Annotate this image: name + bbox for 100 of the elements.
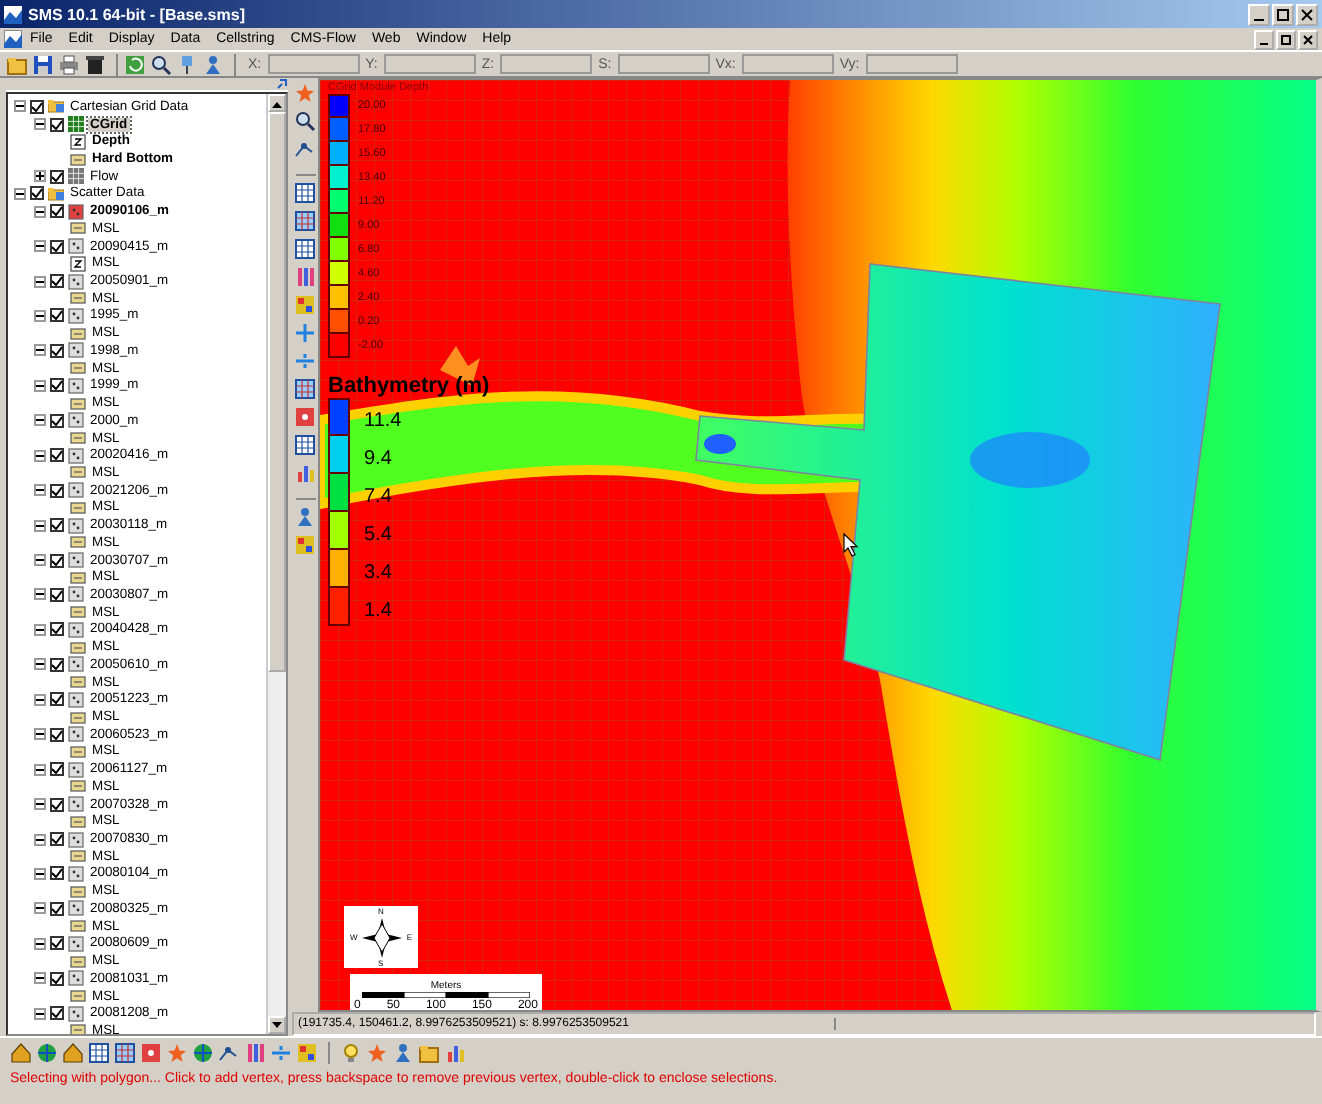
close-button[interactable]: [1296, 3, 1318, 25]
person-icon[interactable]: [392, 1042, 414, 1064]
target-icon[interactable]: [294, 406, 316, 428]
coordinate-field[interactable]: [865, 54, 958, 74]
collapse-toggle[interactable]: [34, 414, 46, 427]
colored-grid-icon[interactable]: [114, 1042, 136, 1064]
target-icon[interactable]: [140, 1042, 162, 1064]
collapse-toggle[interactable]: [34, 379, 46, 392]
magnifier-icon[interactable]: [150, 53, 172, 75]
minimize-button[interactable]: [1254, 29, 1274, 49]
node-line-icon[interactable]: [218, 1042, 240, 1064]
checkbox[interactable]: [50, 343, 64, 358]
cross-icon[interactable]: [294, 322, 316, 344]
checkbox[interactable]: [50, 657, 64, 672]
checkbox[interactable]: [50, 762, 64, 777]
collapse-toggle[interactable]: [34, 1007, 46, 1020]
checkbox[interactable]: [50, 448, 64, 463]
house-icon[interactable]: [10, 1042, 32, 1064]
collapse-toggle[interactable]: [34, 833, 46, 846]
colored-grid-icon[interactable]: [294, 210, 316, 232]
globe-icon[interactable]: [192, 1042, 214, 1064]
checkbox[interactable]: [50, 901, 64, 916]
collapse-toggle[interactable]: [34, 309, 46, 322]
collapse-toggle[interactable]: [34, 588, 46, 601]
person-icon[interactable]: [294, 506, 316, 528]
checkbox[interactable]: [30, 99, 44, 114]
checkbox[interactable]: [50, 117, 64, 132]
collapse-toggle[interactable]: [34, 728, 46, 741]
person-icon[interactable]: [202, 53, 224, 75]
collapse-toggle[interactable]: [34, 693, 46, 706]
collapse-toggle[interactable]: [34, 658, 46, 671]
collapse-toggle[interactable]: [34, 937, 46, 950]
checkbox[interactable]: [50, 797, 64, 812]
collapse-toggle[interactable]: [34, 344, 46, 357]
collapse-toggle[interactable]: [14, 100, 26, 113]
star-icon[interactable]: [166, 1042, 188, 1064]
checkbox[interactable]: [50, 692, 64, 707]
checkbox[interactable]: [50, 239, 64, 254]
collapse-toggle[interactable]: [34, 519, 46, 532]
checkbox[interactable]: [50, 622, 64, 637]
palette-icon[interactable]: [294, 534, 316, 556]
collapse-toggle[interactable]: [34, 902, 46, 915]
checkbox[interactable]: [50, 274, 64, 289]
grid-icon[interactable]: [88, 1042, 110, 1064]
checkbox[interactable]: [50, 587, 64, 602]
collapse-toggle[interactable]: [34, 205, 46, 218]
checkbox[interactable]: [50, 169, 64, 184]
star-icon[interactable]: [366, 1042, 388, 1064]
collapse-toggle[interactable]: [34, 763, 46, 776]
palette-icon[interactable]: [294, 294, 316, 316]
grid-icon[interactable]: [294, 182, 316, 204]
checkbox[interactable]: [50, 308, 64, 323]
save-icon[interactable]: [32, 53, 54, 75]
bar-chart-icon[interactable]: [294, 462, 316, 484]
collapse-toggle[interactable]: [34, 275, 46, 288]
checkbox[interactable]: [30, 186, 44, 201]
collapse-toggle[interactable]: [34, 554, 46, 567]
coordinate-field[interactable]: [741, 54, 834, 74]
collapse-toggle[interactable]: [34, 972, 46, 985]
split-line-icon[interactable]: [294, 350, 316, 372]
collapse-toggle[interactable]: [14, 187, 26, 200]
palette-icon[interactable]: [296, 1042, 318, 1064]
minimize-button[interactable]: [1248, 3, 1270, 25]
magnifier-icon[interactable]: [294, 110, 316, 132]
checkbox[interactable]: [50, 204, 64, 219]
collapse-toggle[interactable]: [34, 867, 46, 880]
globe-icon[interactable]: [36, 1042, 58, 1064]
scrollbar[interactable]: [266, 94, 286, 1034]
checkbox[interactable]: [50, 832, 64, 847]
maximize-button[interactable]: [1272, 3, 1294, 25]
bar-chart-icon[interactable]: [444, 1042, 466, 1064]
collapse-toggle[interactable]: [34, 623, 46, 636]
scroll-up-icon[interactable]: [272, 99, 282, 107]
checkbox[interactable]: [50, 553, 64, 568]
close-button[interactable]: [1298, 29, 1318, 49]
grid-icon[interactable]: [294, 238, 316, 260]
checkbox[interactable]: [50, 727, 64, 742]
coordinate-field[interactable]: [267, 54, 360, 74]
collapse-toggle[interactable]: [34, 798, 46, 811]
bathymetry-map-drawing[interactable]: [320, 80, 1316, 1010]
colored-grid-icon[interactable]: [294, 378, 316, 400]
collapse-toggle[interactable]: [34, 118, 46, 131]
expand-toggle[interactable]: [34, 170, 46, 183]
grid-icon[interactable]: [294, 434, 316, 456]
bars-icon[interactable]: [244, 1042, 266, 1064]
checkbox[interactable]: [50, 866, 64, 881]
coordinate-field[interactable]: [383, 54, 476, 74]
coordinate-field[interactable]: [617, 54, 710, 74]
collapse-toggle[interactable]: [34, 449, 46, 462]
checkbox[interactable]: [50, 518, 64, 533]
checkbox[interactable]: [50, 378, 64, 393]
bars-icon[interactable]: [294, 266, 316, 288]
node-line-icon[interactable]: [294, 138, 316, 160]
checkbox[interactable]: [50, 483, 64, 498]
house-icon[interactable]: [62, 1042, 84, 1064]
split-line-icon[interactable]: [270, 1042, 292, 1064]
printer-icon[interactable]: [58, 53, 80, 75]
restore-button[interactable]: [1276, 29, 1296, 49]
trash-icon[interactable]: [84, 53, 106, 75]
checkbox[interactable]: [50, 413, 64, 428]
